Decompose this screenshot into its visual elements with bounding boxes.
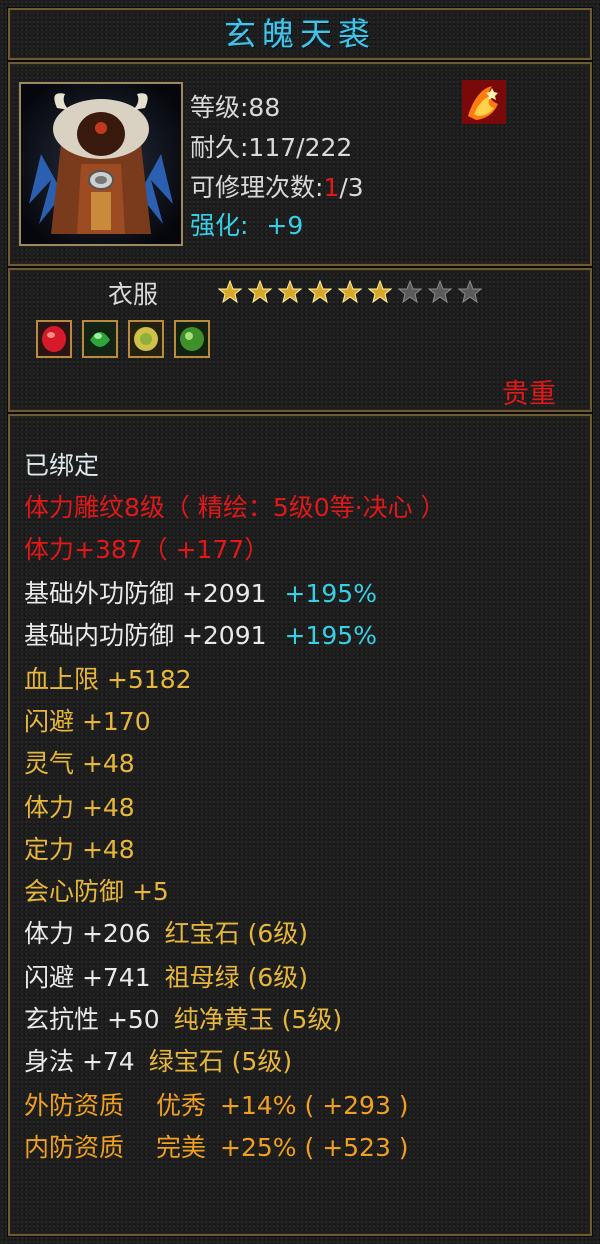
- item-title: 玄魄天裘: [223, 15, 376, 53]
- item-tooltip-panel: 玄魄天裘 等级:88 耐久:117/222 可修理次数:1/3 强化: +9 衣…: [0, 0, 600, 1244]
- ext-quality-label: 外防资质: [24, 1091, 125, 1120]
- int-def-pct: +195%: [284, 621, 377, 650]
- durability-label: 耐久:117/222: [190, 133, 353, 162]
- star-filled-icon: [218, 280, 242, 304]
- int-quality-grade: 完美: [156, 1133, 207, 1162]
- repair-count: 可修理次数:1/3: [190, 168, 364, 204]
- bound-status: 已绑定: [24, 451, 100, 480]
- yellow-gem-icon[interactable]: [128, 320, 164, 358]
- gem1-stat: 体力 +206: [24, 919, 151, 948]
- star-rating: [218, 280, 488, 306]
- crit-def-line: 会心防御 +5: [24, 877, 169, 906]
- ext-def-pct: +195%: [284, 579, 377, 608]
- int-quality-line: 内防资质 完美 +25% ( +523 ): [24, 1128, 409, 1164]
- gem1-name: 红宝石 (6级): [164, 919, 308, 948]
- gem2-stat: 闪避 +741: [24, 963, 151, 992]
- engrave-line: 体力雕纹8级（ 精绘：5级0等·决心 ）: [24, 493, 446, 522]
- item-category: 衣服: [108, 280, 159, 309]
- gem3-stat: 玄抗性 +50: [24, 1005, 160, 1034]
- special-effect-icon[interactable]: [462, 80, 506, 124]
- red-gem-icon[interactable]: [36, 320, 72, 358]
- repair-total: /3: [339, 173, 364, 202]
- jade-gem-icon[interactable]: [174, 320, 210, 358]
- ext-def-label: 基础外功防御 +2091: [24, 579, 267, 608]
- ext-quality-line: 外防资质 优秀 +14% ( +293 ): [24, 1086, 409, 1122]
- star-empty-icon: [398, 280, 422, 304]
- repair-prefix: 可修理次数:: [190, 173, 324, 202]
- dodge-line: 闪避 +170: [24, 707, 151, 736]
- gem4-stat: 身法 +74: [24, 1047, 135, 1076]
- item-portrait-icon[interactable]: [19, 82, 183, 246]
- star-filled-icon: [368, 280, 392, 304]
- star-filled-icon: [308, 280, 332, 304]
- hp-line: 血上限 +5182: [24, 665, 192, 694]
- repair-used: 1: [323, 173, 340, 202]
- enhance-row: 强化: +9: [190, 206, 303, 242]
- gem1-line: 体力 +206 红宝石 (6级): [24, 914, 308, 950]
- int-quality-value: +25% ( +523 ): [220, 1133, 409, 1162]
- gem2-name: 祖母绿 (6级): [164, 963, 308, 992]
- gem3-line: 玄抗性 +50 纯净黄玉 (5级): [24, 1000, 342, 1036]
- rarity-label: 贵重: [502, 379, 556, 410]
- stamina-line: 体力 +48: [24, 793, 135, 822]
- level-label: 等级:88: [190, 93, 281, 122]
- focus-line: 定力 +48: [24, 835, 135, 864]
- star-filled-icon: [278, 280, 302, 304]
- gem3-name: 纯净黄玉 (5级): [173, 1005, 343, 1034]
- star-filled-icon: [248, 280, 272, 304]
- green-gem-icon[interactable]: [82, 320, 118, 358]
- int-def-label: 基础内功防御 +2091: [24, 621, 267, 650]
- enhance-label: 强化:: [190, 211, 249, 240]
- star-empty-icon: [428, 280, 452, 304]
- star-filled-icon: [338, 280, 362, 304]
- ext-def-line: 基础外功防御 +2091 +195%: [24, 574, 377, 610]
- stamina-main-line: 体力+387（ +177）: [24, 535, 270, 564]
- spirit-line: 灵气 +48: [24, 749, 135, 778]
- star-empty-icon: [458, 280, 482, 304]
- gem4-line: 身法 +74 绿宝石 (5级): [24, 1042, 292, 1078]
- gem4-name: 绿宝石 (5级): [148, 1047, 293, 1076]
- gem2-line: 闪避 +741 祖母绿 (6级): [24, 958, 308, 994]
- int-def-line: 基础内功防御 +2091 +195%: [24, 616, 377, 652]
- int-quality-label: 内防资质: [24, 1133, 125, 1162]
- ext-quality-grade: 优秀: [156, 1091, 207, 1120]
- ext-quality-value: +14% ( +293 ): [220, 1091, 409, 1120]
- enhance-value: +9: [266, 211, 304, 240]
